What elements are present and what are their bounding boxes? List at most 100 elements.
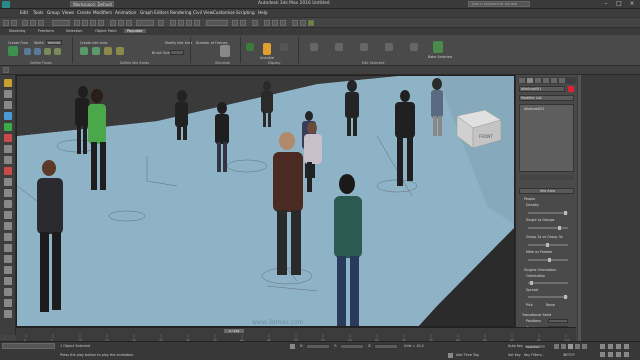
scale-icon[interactable] bbox=[126, 20, 132, 26]
male-vs-female-slider[interactable] bbox=[528, 258, 568, 262]
none-button[interactable]: None bbox=[546, 303, 555, 307]
maximize-icon[interactable]: □ bbox=[613, 0, 625, 8]
search-input[interactable]: Type a keyword or phrase bbox=[468, 1, 530, 7]
select-object-icon[interactable] bbox=[74, 20, 80, 26]
orbit-icon[interactable] bbox=[616, 352, 621, 357]
layer-explorer-icon[interactable] bbox=[252, 20, 258, 26]
material-editor-icon[interactable] bbox=[280, 20, 286, 26]
invert-display-icon[interactable] bbox=[4, 266, 12, 274]
app-logo-icon[interactable] bbox=[2, 1, 10, 8]
stack-item-idlearea[interactable]: IdleArea001 bbox=[524, 107, 544, 111]
link-icon[interactable] bbox=[22, 20, 28, 26]
undo-icon[interactable] bbox=[3, 20, 9, 26]
reference-coordinate-dropdown[interactable] bbox=[136, 20, 154, 26]
menu-help[interactable]: Help bbox=[258, 10, 268, 15]
menu-rendering[interactable]: Rendering bbox=[170, 10, 191, 15]
next-frame-icon[interactable] bbox=[575, 344, 580, 349]
menu-group[interactable]: Group bbox=[47, 10, 60, 15]
display-groups-icon[interactable] bbox=[4, 178, 12, 186]
named-selection-sets-dropdown[interactable] bbox=[206, 20, 228, 26]
display-hidden-icon[interactable] bbox=[4, 233, 12, 241]
brush-size-field[interactable] bbox=[170, 50, 184, 55]
menu-edit[interactable]: Edit bbox=[20, 10, 28, 15]
workspace-selector[interactable]: Workspace: Default bbox=[70, 1, 114, 7]
lock-selection-icon[interactable] bbox=[290, 344, 295, 349]
spread-slider[interactable] bbox=[528, 295, 568, 299]
group-2s-vs-3s-slider[interactable] bbox=[528, 243, 568, 247]
close-icon[interactable]: × bbox=[626, 0, 638, 8]
play-icon[interactable] bbox=[568, 344, 573, 349]
rectangular-selection-icon[interactable] bbox=[90, 20, 96, 26]
single-vs-groups-slider[interactable] bbox=[528, 226, 568, 230]
edit-flow-icon[interactable] bbox=[44, 48, 51, 55]
display-none-icon[interactable] bbox=[4, 255, 12, 263]
hierarchy-panel-icon[interactable] bbox=[535, 78, 541, 83]
menu-tools[interactable]: Tools bbox=[33, 10, 43, 15]
tab-selection[interactable]: Selection bbox=[63, 29, 86, 33]
display-shapes-icon[interactable] bbox=[4, 123, 12, 131]
key-filters-button[interactable]: Key Filters... bbox=[524, 353, 545, 357]
add-time-tag-icon[interactable] bbox=[448, 353, 453, 358]
utilities-panel-icon[interactable] bbox=[559, 78, 565, 83]
snaps-toggle-icon[interactable] bbox=[170, 20, 176, 26]
z-coord-field[interactable] bbox=[374, 344, 398, 349]
idle-area-rollout-header[interactable]: Idle Area bbox=[519, 188, 574, 194]
menu-civil-view[interactable]: Civil View bbox=[193, 10, 213, 15]
schematic-view-icon[interactable] bbox=[272, 20, 278, 26]
layer-icon[interactable] bbox=[4, 288, 12, 296]
spinner-snap-icon[interactable] bbox=[194, 20, 200, 26]
current-frame-field[interactable]: 0 bbox=[562, 352, 576, 357]
zoom-all-icon[interactable] bbox=[608, 344, 613, 349]
modify-panel-icon[interactable] bbox=[527, 78, 533, 83]
pick-button[interactable]: Pick bbox=[526, 303, 533, 307]
previous-frame-icon[interactable] bbox=[561, 344, 566, 349]
rendered-frame-window-icon[interactable] bbox=[300, 20, 306, 26]
create-panel-icon[interactable] bbox=[519, 78, 525, 83]
display-lights-icon[interactable] bbox=[4, 134, 12, 142]
motion-panel-icon[interactable] bbox=[543, 78, 549, 83]
idle-area-circle-icon[interactable] bbox=[92, 47, 100, 55]
align-icon[interactable] bbox=[240, 20, 246, 26]
positions-field[interactable] bbox=[548, 319, 568, 323]
set-key-button[interactable]: Set Key bbox=[508, 353, 521, 357]
display-helpers-icon[interactable] bbox=[4, 156, 12, 164]
rotate-icon[interactable] bbox=[118, 20, 124, 26]
display-options-icon[interactable] bbox=[280, 43, 288, 51]
density-slider[interactable] bbox=[528, 211, 568, 215]
minimize-icon[interactable]: – bbox=[600, 0, 612, 8]
hierarchy-icon[interactable] bbox=[4, 299, 12, 307]
match-icon[interactable] bbox=[410, 43, 418, 51]
lock-icon[interactable] bbox=[4, 310, 12, 318]
go-to-end-icon[interactable] bbox=[582, 344, 587, 349]
sort-icon[interactable] bbox=[4, 101, 12, 109]
width-field[interactable]: 800,000 bbox=[46, 40, 62, 45]
window-crossing-icon[interactable] bbox=[98, 20, 104, 26]
simulate-icon[interactable] bbox=[220, 45, 230, 57]
menu-customize[interactable]: Customize bbox=[213, 10, 235, 15]
display-all-icon[interactable] bbox=[4, 244, 12, 252]
modify-idle-area-label[interactable]: Modify Idle Area bbox=[165, 41, 192, 45]
switch-people-icon[interactable] bbox=[360, 43, 368, 51]
menu-scripting[interactable]: Scripting bbox=[236, 10, 255, 15]
tab-freeform[interactable]: Freeform bbox=[35, 29, 57, 33]
command-panel-scrollbar[interactable] bbox=[578, 75, 581, 341]
select-tool-icon[interactable] bbox=[4, 90, 12, 98]
x-coord-field[interactable] bbox=[306, 344, 330, 349]
add-ramp-icon[interactable] bbox=[34, 48, 41, 55]
find-icon[interactable] bbox=[4, 277, 12, 285]
display-panel-icon[interactable] bbox=[551, 78, 557, 83]
display-frozen-icon[interactable] bbox=[4, 222, 12, 230]
menu-animation[interactable]: Animation bbox=[115, 10, 136, 15]
viewport-menu-icon[interactable] bbox=[3, 67, 9, 73]
pivot-center-icon[interactable] bbox=[158, 20, 164, 26]
add-time-tag[interactable]: Add Time Tag bbox=[456, 353, 479, 357]
percent-snap-icon[interactable] bbox=[186, 20, 192, 26]
idle-area-brush-icon[interactable] bbox=[116, 47, 124, 55]
rerandomize-icon[interactable] bbox=[385, 43, 393, 51]
display-geometry-icon[interactable] bbox=[4, 112, 12, 120]
regenerate-icon[interactable] bbox=[310, 43, 318, 51]
tab-object-paint[interactable]: Object Paint bbox=[92, 29, 120, 33]
angle-snap-icon[interactable] bbox=[178, 20, 184, 26]
invisible-icon[interactable] bbox=[263, 43, 271, 55]
object-name-field[interactable]: IdleArea001 bbox=[519, 86, 565, 92]
